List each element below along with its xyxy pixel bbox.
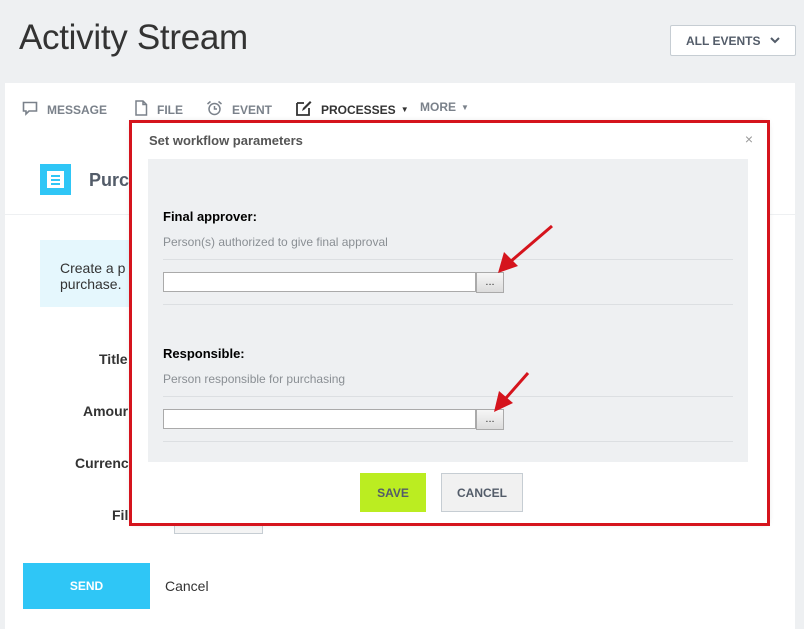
tab-processes[interactable]: PROCESSES ▼ [295, 100, 409, 119]
tab-more[interactable]: MORE ▼ [420, 100, 469, 114]
tab-file[interactable]: FILE [134, 100, 183, 119]
red-arrow-icon [494, 372, 530, 412]
all-events-dropdown[interactable]: ALL EVENTS [670, 25, 796, 56]
cancel-link[interactable]: Cancel [165, 578, 209, 594]
alarm-clock-icon [206, 100, 223, 119]
field-label-title: Title [99, 351, 128, 367]
tab-file-label: FILE [157, 102, 183, 117]
highlight-rectangle [129, 120, 770, 526]
red-arrow-icon [498, 224, 553, 273]
send-button[interactable]: SEND [23, 563, 150, 609]
tab-event-label: EVENT [232, 102, 273, 117]
tab-message[interactable]: MESSAGE [22, 100, 107, 119]
file-icon [134, 100, 148, 119]
edit-icon [295, 100, 312, 119]
tab-more-label: MORE [420, 100, 456, 114]
page-title: Activity Stream [19, 18, 248, 57]
caret-down-icon: ▼ [400, 105, 409, 114]
field-label-currency: Currenc [75, 455, 129, 471]
chevron-down-icon [769, 34, 781, 49]
process-title: Purc [89, 170, 130, 190]
process-type-icon [40, 164, 71, 195]
tab-event[interactable]: EVENT [206, 100, 272, 119]
field-label-file: Fil [112, 507, 129, 523]
message-icon [22, 100, 38, 119]
tab-processes-label: PROCESSES [321, 102, 396, 117]
field-label-amount: Amour [83, 403, 129, 419]
caret-down-icon: ▼ [461, 102, 469, 112]
tab-message-label: MESSAGE [47, 102, 108, 117]
events-filter-label: ALL EVENTS [686, 33, 761, 48]
